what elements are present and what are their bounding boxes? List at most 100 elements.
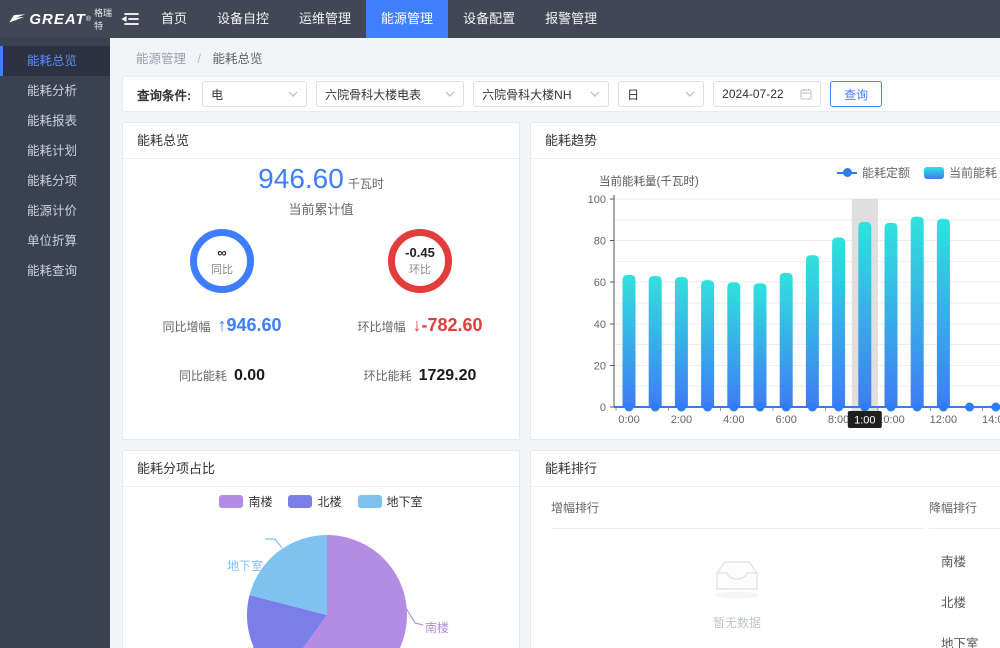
svg-text:40: 40: [594, 319, 606, 331]
trend-card-body: 能耗定额 当前能耗 当前能耗量(千瓦时)0204060801000:002:00…: [531, 159, 1000, 440]
building-select[interactable]: 六院骨科大楼NH: [473, 81, 609, 107]
logo-swoosh-icon: [8, 11, 25, 27]
basement-swatch-icon: [358, 495, 382, 508]
trend-chart-svg[interactable]: 当前能耗量(千瓦时)0204060801000:002:004:006:008:…: [531, 159, 1000, 440]
pie-chart-svg[interactable]: [123, 513, 521, 648]
energy-overview-card: 能耗总览 946.60千瓦时 当前累计值 ∞ 同比: [122, 122, 520, 440]
breadcrumb-current: 能耗总览: [212, 52, 262, 66]
svg-text:12:00: 12:00: [930, 414, 958, 426]
main-content: 能源管理 / 能耗总览 查询条件: 电 六院骨科大楼电表 六院骨科大楼NH 日: [110, 38, 1000, 648]
increase-ranking-section: 增幅排行 暂无数据: [551, 499, 923, 631]
mom-ring: -0.45 环比: [388, 229, 452, 293]
legend-basement-label: 地下室: [387, 493, 423, 510]
chevron-down-icon: [445, 91, 455, 97]
logo-cn-text: 格瑞特: [94, 6, 112, 32]
svg-text:0:00: 0:00: [618, 414, 639, 426]
decrease-ranking-section: 降幅排行 南楼 北楼 地下室: [929, 499, 1000, 648]
search-button[interactable]: 查询: [830, 81, 882, 107]
increase-ranking-title: 增幅排行: [551, 499, 923, 516]
empty-box-icon: [709, 557, 765, 599]
svg-text:14:00: 14:00: [982, 414, 1000, 426]
energy-type-select[interactable]: 电: [202, 81, 307, 107]
sidebar-item-energy-plan[interactable]: 能耗计划: [0, 136, 110, 166]
svg-text:80: 80: [594, 236, 606, 248]
menu-item-energy[interactable]: 能源管理: [366, 0, 448, 38]
menu-item-ops[interactable]: 运维管理: [284, 0, 366, 38]
total-kwh-value: 946.60: [258, 163, 344, 194]
fold-icon: [120, 11, 139, 27]
chevron-down-icon: [590, 91, 600, 97]
sidebar-item-energy-query[interactable]: 能耗查询: [0, 256, 110, 286]
total-kwh-unit: 千瓦时: [348, 177, 384, 191]
svg-text:0: 0: [600, 402, 606, 414]
period-value: 日: [627, 86, 639, 103]
query-bar: 查询条件: 电 六院骨科大楼电表 六院骨科大楼NH 日 2024-07-22: [122, 76, 1000, 112]
menu-item-device-config[interactable]: 设备配置: [448, 0, 530, 38]
sidebar-item-energy-pricing[interactable]: 能源计价: [0, 196, 110, 226]
legend-north-building[interactable]: 北楼: [288, 493, 341, 510]
meter-value: 六院骨科大楼电表: [325, 86, 421, 103]
sidebar-item-energy-overview[interactable]: 能耗总览: [0, 46, 110, 76]
legend-basement[interactable]: 地下室: [358, 493, 423, 510]
period-select[interactable]: 日: [618, 81, 704, 107]
energy-row: 同比能耗 0.00 环比能耗 1729.20: [123, 367, 519, 385]
ratio-rings: ∞ 同比 -0.45 环比: [123, 229, 519, 293]
legend-south-label: 南楼: [248, 493, 272, 510]
meter-select[interactable]: 六院骨科大楼电表: [316, 81, 464, 107]
chevron-down-icon: [288, 91, 298, 97]
yoy-energy-label: 同比能耗: [179, 367, 227, 384]
legend-south-building[interactable]: 南楼: [219, 493, 272, 510]
overview-card-title: 能耗总览: [123, 123, 519, 159]
rank-item-north: 北楼: [929, 592, 1000, 611]
left-sidebar: 能耗总览 能耗分析 能耗报表 能耗计划 能耗分项 能源计价 单位折算 能耗查询: [0, 38, 110, 648]
mom-energy-value: 1729.20: [419, 367, 477, 385]
menu-item-home[interactable]: 首页: [146, 0, 202, 38]
yoy-ring-value: ∞: [217, 245, 226, 260]
yoy-energy-value: 0.00: [234, 367, 265, 385]
breadcrumb: 能源管理 / 能耗总览: [136, 48, 1000, 67]
mom-growth-label: 环比增幅: [357, 318, 405, 335]
pie-card-title: 能耗分项占比: [123, 451, 519, 487]
sidebar-item-energy-subitem[interactable]: 能耗分项: [0, 166, 110, 196]
svg-text:6:00: 6:00: [775, 414, 796, 426]
energy-type-value: 电: [211, 86, 223, 103]
trend-card-title: 能耗趋势: [531, 123, 1000, 159]
main-menu: 首页 设备自控 运维管理 能源管理 设备配置 报警管理: [146, 0, 612, 38]
logo-reg-mark: ®: [86, 16, 91, 23]
svg-text:60: 60: [594, 277, 606, 289]
mom-ring-label: 环比: [409, 261, 431, 277]
svg-text:100: 100: [588, 194, 606, 206]
sidebar-item-energy-report[interactable]: 能耗报表: [0, 106, 110, 136]
svg-text:20: 20: [594, 360, 606, 372]
svg-text:1:00: 1:00: [854, 415, 875, 427]
yoy-growth-label: 同比增幅: [162, 318, 210, 335]
energy-breakdown-card: 能耗分项占比 南楼 北楼 地下室: [122, 450, 520, 648]
svg-text:4:00: 4:00: [723, 414, 744, 426]
current-total-value: 946.60 千瓦时: [123, 163, 519, 195]
legend-north-label: 北楼: [317, 493, 341, 510]
pie-label-basement: 地下室: [227, 557, 263, 574]
sidebar-item-energy-analysis[interactable]: 能耗分析: [0, 76, 110, 106]
ranking-card-title: 能耗排行: [531, 451, 1000, 487]
rank-item-basement: 地下室: [929, 633, 1000, 648]
mom-growth-value: ↓-782.60: [412, 315, 482, 336]
mom-ring-value: -0.45: [405, 245, 435, 260]
breadcrumb-separator: /: [198, 52, 201, 66]
brand-logo: GREAT® 格瑞特: [0, 0, 112, 38]
pie-legend: 南楼 北楼 地下室: [123, 493, 519, 510]
decrease-ranking-title: 降幅排行: [929, 499, 1000, 516]
yoy-growth-value: ↑946.60: [217, 315, 281, 336]
ranking-card-body: 增幅排行 暂无数据 降幅排行: [531, 487, 1000, 648]
sidebar-fold-button[interactable]: [112, 0, 146, 38]
south-swatch-icon: [219, 495, 243, 508]
growth-row: 同比增幅 ↑946.60 环比增幅 ↓-782.60: [123, 315, 519, 336]
menu-item-alarm[interactable]: 报警管理: [530, 0, 612, 38]
menu-item-device-auto[interactable]: 设备自控: [202, 0, 284, 38]
svg-text:8:00: 8:00: [828, 414, 849, 426]
decrease-divider: [929, 528, 1000, 529]
breadcrumb-parent[interactable]: 能源管理: [136, 52, 186, 66]
logo-brand-text: GREAT: [29, 11, 85, 28]
date-picker[interactable]: 2024-07-22: [713, 81, 821, 107]
sidebar-item-unit-conversion[interactable]: 单位折算: [0, 226, 110, 256]
yoy-ring: ∞ 同比: [190, 229, 254, 293]
